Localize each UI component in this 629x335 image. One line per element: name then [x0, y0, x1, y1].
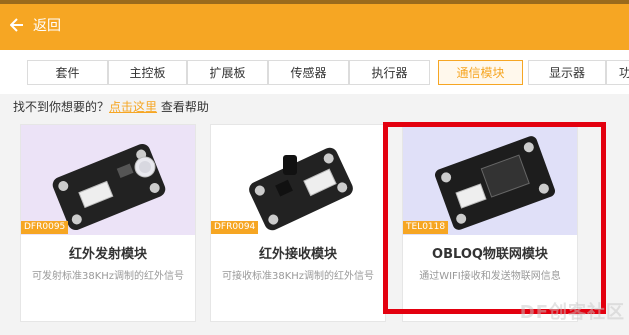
help-link[interactable]: 点击这里 [109, 100, 157, 114]
module-image [211, 125, 385, 235]
tab-expansion-boards[interactable]: 扩展板 [187, 60, 268, 85]
watermark: DF创客社区 [519, 302, 625, 323]
module-title: 红外发射模块 [68, 247, 147, 262]
module-image [21, 125, 195, 235]
module-description: 可发射标准38KHz调制的红外信号 [31, 271, 185, 282]
tab-main-boards[interactable]: 主控板 [108, 60, 187, 85]
module-card-ir-receiver[interactable]: DFR0094 红外接收模块 可接收标准38KHz调制的红外信号 [210, 124, 386, 322]
tab-more[interactable]: 功 [606, 60, 629, 85]
ir-receiver-image [249, 147, 353, 231]
help-text: 找不到你想要的？点击这里 查看帮助 [13, 98, 209, 115]
highlight-annotation-box [383, 122, 606, 314]
ir-transmitter-image [52, 143, 166, 231]
back-arrow-icon [10, 18, 23, 32]
module-title: 红外接收模块 [258, 247, 337, 262]
product-code-badge: DFR0095 [21, 221, 69, 234]
product-code-badge: DFR0094 [211, 221, 259, 234]
help-prefix: 找不到你想要的？ [13, 100, 110, 114]
header-bar: 返回 [0, 4, 629, 50]
category-tab-bar: 套件 主控板 扩展板 传感器 执行器 通信模块 显示器 功 [0, 50, 629, 94]
tab-displays[interactable]: 显示器 [528, 60, 606, 85]
tab-kits[interactable]: 套件 [27, 60, 108, 85]
tab-communication[interactable]: 通信模块 [438, 60, 523, 85]
tab-sensors[interactable]: 传感器 [268, 60, 349, 85]
tab-actuators[interactable]: 执行器 [349, 60, 430, 85]
module-card-ir-transmitter[interactable]: DFR0095 红外发射模块 可发射标准38KHz调制的红外信号 [20, 124, 196, 322]
module-description: 可接收标准38KHz调制的红外信号 [221, 271, 375, 282]
back-button[interactable]: 返回 [10, 15, 61, 35]
back-label: 返回 [33, 18, 61, 34]
help-suffix: 查看帮助 [160, 100, 209, 114]
